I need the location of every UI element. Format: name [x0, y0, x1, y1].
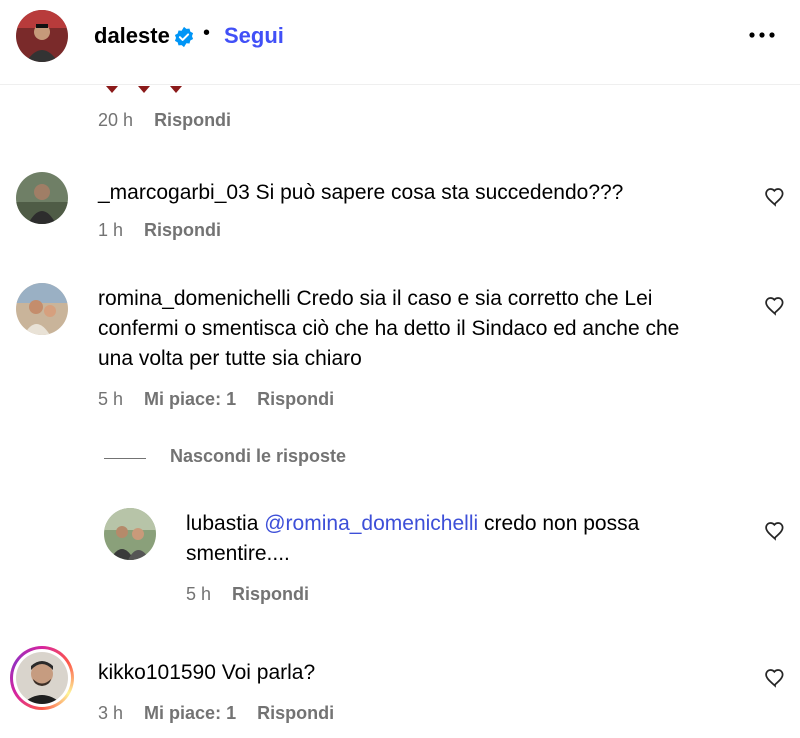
comment-time: 5 h: [186, 584, 212, 604]
comment-line: lubastia @romina_domenichelli credo non …: [186, 509, 746, 539]
more-options-icon[interactable]: [744, 20, 780, 50]
heart-icon[interactable]: [764, 186, 786, 208]
heart-icon[interactable]: [764, 520, 786, 542]
comment-text: confermi o smentisca ciò che ha detto il…: [98, 317, 680, 340]
commenter-avatar[interactable]: [16, 172, 68, 224]
comment-username[interactable]: _marcogarbi_03: [98, 181, 250, 204]
comment-body: _marcogarbi_03 Si può sapere cosa sta su…: [98, 178, 623, 208]
reply-button[interactable]: Rispondi: [154, 110, 231, 130]
post-header: daleste • Segui: [0, 0, 800, 85]
comment-line: romina_domenichelli Credo sia il caso e …: [98, 284, 748, 314]
comment-body: kikko101590 Voi parla?: [98, 658, 315, 688]
comment-username[interactable]: lubastia: [186, 512, 258, 535]
comment-text: credo non possa: [484, 512, 640, 535]
commenter-avatar[interactable]: [104, 508, 156, 560]
reply-button[interactable]: Rispondi: [257, 703, 334, 723]
hearts-emoji-icon: [106, 86, 182, 93]
story-ring-inner: [13, 649, 71, 707]
reply-button[interactable]: Rispondi: [144, 220, 221, 240]
reply-button[interactable]: Rispondi: [257, 389, 334, 409]
follow-button[interactable]: Segui: [224, 23, 284, 49]
hide-replies-button[interactable]: Nascondi le risposte: [170, 446, 346, 467]
comment-text: smentire....: [186, 542, 290, 565]
mention-link[interactable]: @romina_domenichelli: [264, 512, 478, 535]
heart-icon[interactable]: [764, 667, 786, 689]
reply-button[interactable]: Rispondi: [232, 584, 309, 604]
comment-time: 5 h: [98, 389, 124, 409]
comment-meta: 1 h Rispondi: [98, 220, 237, 241]
comment-text: Credo sia il caso e sia corretto che Lei: [296, 287, 653, 310]
comment-time: 1 h: [98, 220, 124, 240]
comment-time: 3 h: [98, 703, 124, 723]
comment-meta: 5 h Mi piace: 1 Rispondi: [98, 389, 350, 410]
reply-body: lubastia @romina_domenichelli credo non …: [186, 509, 746, 569]
story-ring[interactable]: [10, 646, 74, 710]
comment-text: una volta per tutte sia chiaro: [98, 347, 362, 370]
comment-username[interactable]: romina_domenichelli: [98, 287, 291, 310]
header-separator: •: [203, 22, 211, 44]
commenter-avatar[interactable]: [16, 652, 68, 704]
author-username[interactable]: daleste: [94, 23, 170, 49]
replies-divider: [104, 458, 146, 459]
comment-text: Voi parla?: [221, 661, 316, 684]
commenter-avatar[interactable]: [16, 283, 68, 335]
comment-meta: 20 h Rispondi: [98, 110, 247, 131]
likes-count[interactable]: Mi piace: 1: [144, 703, 236, 723]
author-avatar[interactable]: [16, 10, 68, 62]
comment-username[interactable]: kikko101590: [98, 661, 216, 684]
verified-badge-icon: [174, 26, 194, 48]
heart-icon[interactable]: [764, 295, 786, 317]
comment-body: romina_domenichelli Credo sia il caso e …: [98, 284, 748, 374]
comment-meta: 5 h Rispondi: [186, 584, 325, 605]
likes-count[interactable]: Mi piace: 1: [144, 389, 236, 409]
comment-text: Si può sapere cosa sta succedendo???: [255, 181, 624, 204]
comment-time: 20 h: [98, 110, 134, 130]
comment-meta: 3 h Mi piace: 1 Rispondi: [98, 703, 350, 724]
